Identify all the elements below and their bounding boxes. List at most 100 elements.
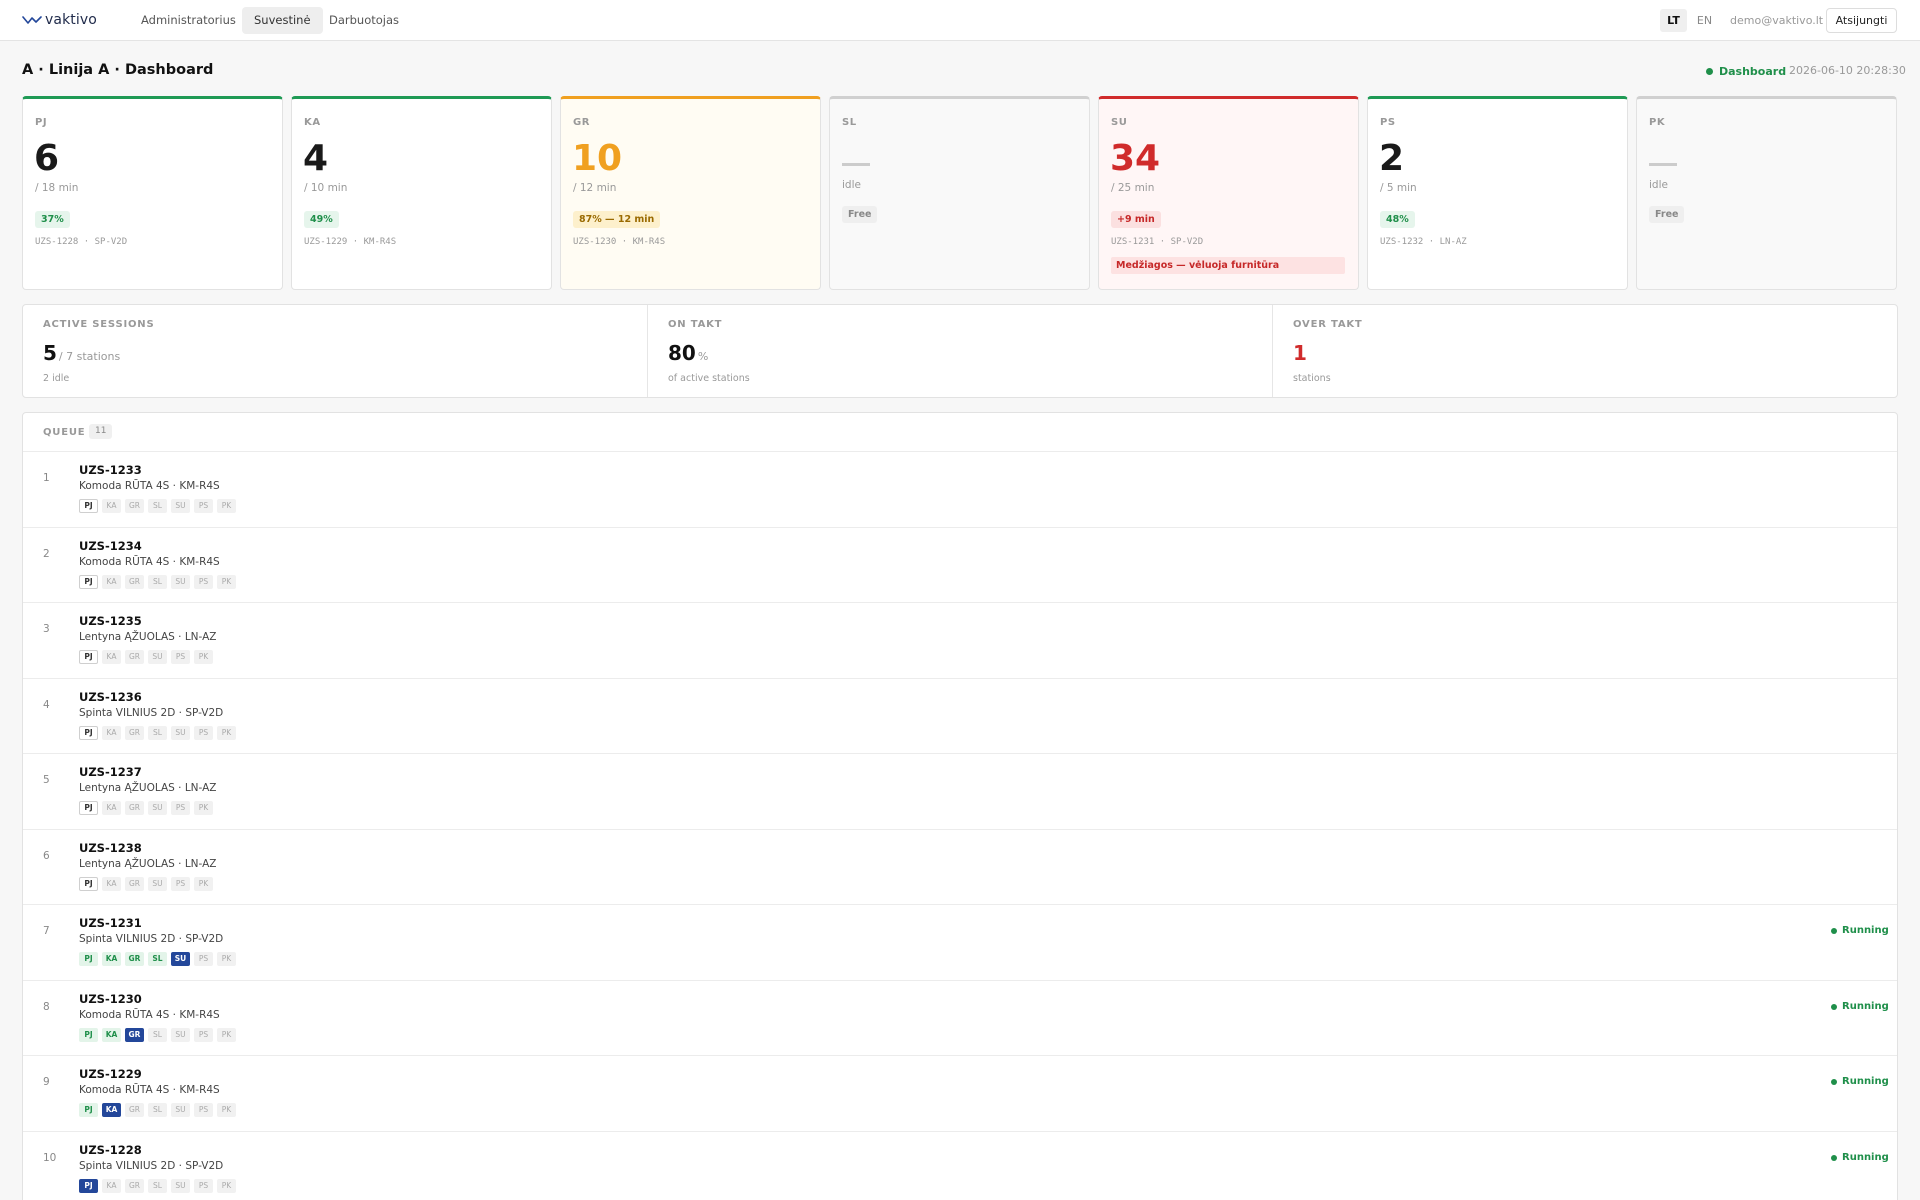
station-progress-chips: PJ KA GR SL SU PS PK [79, 1103, 236, 1117]
station-chip-ka: KA [102, 1103, 121, 1117]
lang-lt-button[interactable]: LT [1660, 9, 1687, 32]
station-chip-sl: SL [148, 952, 167, 966]
queue-row-index: 10 [43, 1152, 57, 1164]
queue-order-id: UZS-1230 [79, 992, 142, 1006]
station-chip-ka: KA [102, 1028, 121, 1042]
station-idle-label: idle [842, 179, 861, 191]
station-chip-sl: SL [148, 575, 167, 589]
station-chip-gr: GR [125, 877, 144, 891]
running-label: Running [1842, 1152, 1889, 1163]
station-card-ka[interactable]: KA 4 / 10 min 49% UZS-1229 · KM-R4S [291, 96, 552, 290]
station-progress-chips: PJ KA GR SL SU PS PK [79, 952, 236, 966]
running-status: Running [1831, 925, 1889, 936]
vaktivo-wave-logo-icon [22, 16, 42, 24]
station-card-sl[interactable]: SL idle Free [829, 96, 1090, 290]
station-progress-chips: PJ KA GR SU PS PK [79, 801, 213, 815]
queue-row-index: 6 [43, 850, 50, 862]
summary-sub: 2 idle [43, 373, 70, 384]
station-chip-gr: GR [125, 499, 144, 513]
station-chip-ka: KA [102, 952, 121, 966]
station-chip-sl: SL [148, 499, 167, 513]
station-chip-ps: PS [171, 650, 190, 664]
station-chip-su: SU [171, 499, 190, 513]
summary-label: ACTIVE SESSIONS [43, 319, 155, 330]
station-chip-ps: PS [194, 575, 213, 589]
queue-product: Komoda RŪTA 4S · KM-R4S [79, 480, 220, 492]
lang-en-button[interactable]: EN [1691, 9, 1718, 32]
nav-tab-suvestine[interactable]: Suvestinė [242, 7, 323, 34]
queue-title: QUEUE [43, 427, 86, 438]
station-chip-pk: PK [217, 499, 236, 513]
order-id: UZS-1231 [1111, 237, 1155, 247]
empty-value-dash [842, 163, 870, 166]
station-card-pk[interactable]: PK idle Free [1636, 96, 1897, 290]
nav-tab-darbuotojas[interactable]: Darbuotojas [317, 7, 411, 34]
station-progress-chips: PJ KA GR SL SU PS PK [79, 1179, 236, 1193]
station-takt: / 5 min [1380, 182, 1417, 194]
green-dot-icon [1831, 927, 1837, 934]
station-chip-gr: GR [125, 801, 144, 815]
green-dot-icon [1831, 1003, 1837, 1010]
queue-row[interactable]: 3 UZS-1235 Lentyna ĄŽUOLAS · LN-AZ PJ KA GR SU… [23, 603, 1897, 679]
queue-row[interactable]: 7 UZS-1231 Spinta VILNIUS 2D · SP-V2D PJ KA G… [23, 905, 1897, 981]
queue-row[interactable]: 5 UZS-1237 Lentyna ĄŽUOLAS · LN-AZ PJ KA GR SU… [23, 754, 1897, 830]
summary-value: 5 [43, 341, 57, 365]
station-chip-ka: KA [102, 726, 121, 740]
station-chip-pk: PK [194, 650, 213, 664]
logout-button[interactable]: Atsijungti [1826, 8, 1897, 33]
logo[interactable]: vaktivo [22, 12, 97, 28]
station-chip-ka: KA [102, 499, 121, 513]
queue-count-badge: 11 [89, 424, 113, 439]
summary-sub: stations [1293, 373, 1331, 384]
green-dot-icon [1706, 67, 1713, 75]
station-free-badge: Free [842, 206, 878, 223]
logo-text: vaktivo [45, 12, 97, 28]
queue-row-index: 8 [43, 1001, 50, 1013]
station-chip-gr: GR [125, 952, 144, 966]
queue-order-id: UZS-1228 [79, 1143, 142, 1157]
summary-over-takt: OVER TAKT 1 stations [1273, 305, 1897, 397]
queue-order-id: UZS-1229 [79, 1067, 142, 1081]
station-chip-gr: GR [125, 1103, 144, 1117]
station-chip-pj: PJ [79, 499, 98, 513]
station-progress-chips: PJ KA GR SU PS PK [79, 877, 213, 891]
queue-row[interactable]: 9 UZS-1229 Komoda RŪTA 4S · KM-R4S PJ KA GR SL… [23, 1056, 1897, 1132]
station-elapsed: 10 [572, 138, 623, 179]
queue-row[interactable]: 2 UZS-1234 Komoda RŪTA 4S · KM-R4S PJ KA GR SL… [23, 528, 1897, 603]
model-code: SP-V2D [94, 237, 128, 247]
station-order-ref: UZS-1229 · KM-R4S [304, 237, 397, 247]
queue-row[interactable]: 1 UZS-1233 Komoda RŪTA 4S · KM-R4S PJ KA GR SL… [23, 452, 1897, 528]
station-order-ref: UZS-1228 · SP-V2D [35, 237, 128, 247]
queue-row[interactable]: 4 UZS-1236 Spinta VILNIUS 2D · SP-V2D PJ KA G… [23, 679, 1897, 754]
queue-row[interactable]: 10 UZS-1228 Spinta VILNIUS 2D · SP-V2D PJ KA… [23, 1132, 1897, 1200]
station-card-gr[interactable]: GR 10 / 12 min 87% — 12 min UZS-1230 · K… [560, 96, 821, 290]
live-status: Dashboard [1706, 64, 1786, 78]
station-chip-pk: PK [217, 1179, 236, 1193]
queue-row[interactable]: 6 UZS-1238 Lentyna ĄŽUOLAS · LN-AZ PJ KA GR SU… [23, 830, 1897, 905]
empty-value-dash [1649, 163, 1677, 166]
station-takt: / 10 min [304, 182, 348, 194]
status-label: Dashboard [1719, 64, 1787, 78]
station-card-pj[interactable]: PJ 6 / 18 min 37% UZS-1228 · SP-V2D [22, 96, 283, 290]
station-card-ps[interactable]: PS 2 / 5 min 48% UZS-1232 · LN-AZ [1367, 96, 1628, 290]
running-status: Running [1831, 1001, 1889, 1012]
model-code: KM-R4S [632, 237, 666, 247]
queue-product: Spinta VILNIUS 2D · SP-V2D [79, 1160, 224, 1172]
nav-tab-administratorius[interactable]: Administratorius [129, 7, 248, 34]
summary-active-sessions: ACTIVE SESSIONS 5 / 7 stations 2 idle [23, 305, 648, 397]
station-takt: / 25 min [1111, 182, 1155, 194]
queue-product: Spinta VILNIUS 2D · SP-V2D [79, 707, 224, 719]
station-code: PS [1380, 117, 1396, 128]
order-id: UZS-1230 [573, 237, 617, 247]
top-nav: vaktivo Administratorius Suvestinė Darbu… [0, 0, 1920, 41]
station-chip-pj: PJ [79, 1179, 98, 1193]
queue-order-id: UZS-1237 [79, 765, 142, 779]
queue-row[interactable]: 8 UZS-1230 Komoda RŪTA 4S · KM-R4S PJ KA GR SL… [23, 981, 1897, 1056]
station-card-su[interactable]: SU 34 / 25 min +9 min UZS-1231 · SP-V2D … [1098, 96, 1359, 290]
station-progress-chips: PJ KA GR SL SU PS PK [79, 499, 236, 513]
station-chip-sl: SL [148, 1028, 167, 1042]
station-chip-pk: PK [217, 575, 236, 589]
station-code: PK [1649, 117, 1666, 128]
summary-label: ON TAKT [668, 319, 723, 330]
station-chip-su: SU [171, 1179, 190, 1193]
